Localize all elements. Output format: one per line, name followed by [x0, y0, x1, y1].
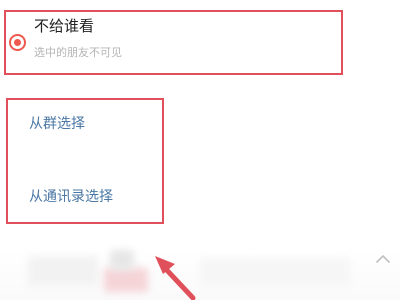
option-title[interactable]: 不给谁看: [34, 15, 94, 36]
blurred-contact: [200, 258, 350, 286]
blurred-contact: [110, 250, 134, 270]
option-subtitle: 选中的朋友不可见: [34, 46, 122, 59]
radio-selected-icon[interactable]: [9, 34, 26, 51]
visibility-settings-page: 不给谁看 选中的朋友不可见 从群选择 从通讯录选择: [0, 0, 400, 300]
select-from-group-link[interactable]: 从群选择: [29, 113, 85, 133]
blurred-contact: [104, 268, 148, 292]
select-from-contacts-link[interactable]: 从通讯录选择: [29, 186, 113, 206]
radio-dot: [14, 39, 21, 46]
red-arrow-icon: [155, 256, 196, 300]
blurred-contact: [28, 256, 98, 286]
chevron-up-icon[interactable]: [376, 254, 390, 264]
